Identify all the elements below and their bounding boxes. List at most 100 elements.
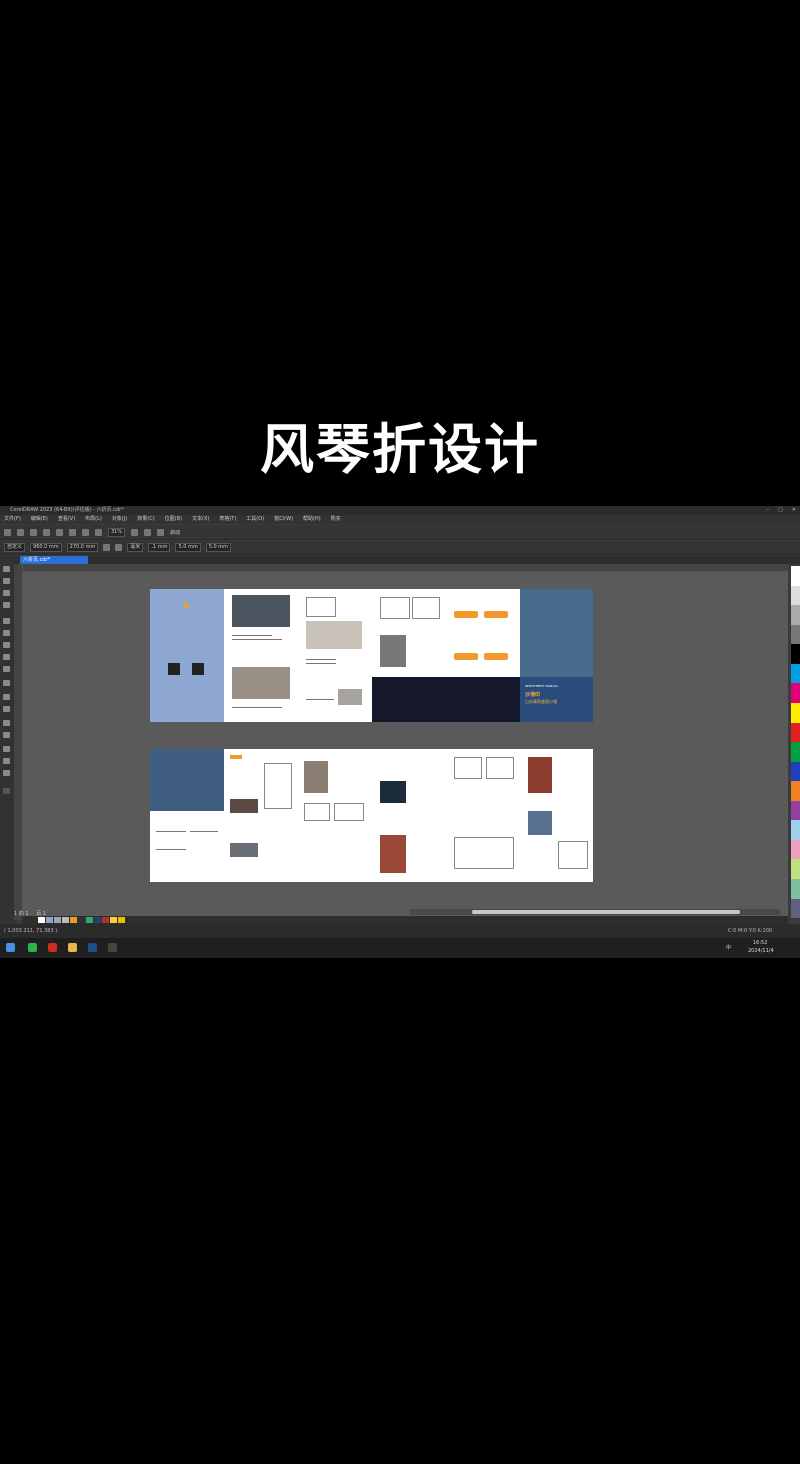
swatch[interactable] <box>86 917 93 923</box>
wechat-icon[interactable] <box>28 943 37 952</box>
menu-text[interactable]: 文本(X) <box>192 515 209 524</box>
parallel-dimension-icon[interactable] <box>3 694 10 700</box>
menu-help[interactable]: 帮助(H) <box>303 515 321 524</box>
crop-tool-icon[interactable] <box>3 590 10 596</box>
swatch[interactable] <box>791 585 800 606</box>
swatch[interactable] <box>791 839 800 860</box>
menu-file[interactable]: 文件(F) <box>4 515 21 524</box>
import-icon[interactable] <box>82 528 89 536</box>
interactive-fill-icon[interactable] <box>3 758 10 764</box>
redo-icon[interactable] <box>69 528 76 536</box>
scroll-thumb[interactable] <box>472 910 740 914</box>
page-height-field[interactable]: 270.0 mm <box>66 543 99 552</box>
ellipse-tool-icon[interactable] <box>3 654 10 660</box>
drawing-canvas[interactable]: INVESTMENT MANUAL 沙渚印 山水康养度假小镇 <box>22 572 788 916</box>
page-width-field[interactable]: 960.0 mm <box>30 543 62 552</box>
swatch[interactable] <box>791 644 800 664</box>
pick-tool-icon[interactable] <box>3 566 10 572</box>
swatch[interactable] <box>78 917 85 923</box>
swatch[interactable] <box>791 624 800 645</box>
horizontal-ruler[interactable] <box>22 564 788 572</box>
swatch[interactable] <box>791 859 800 879</box>
swatch[interactable] <box>118 917 125 923</box>
full-screen-icon[interactable] <box>131 528 139 536</box>
eyedropper-icon[interactable] <box>3 746 10 752</box>
settings-icon[interactable] <box>157 528 165 536</box>
freehand-tool-icon[interactable] <box>3 618 10 624</box>
document-tab[interactable]: 六折页.cdr* <box>20 556 88 564</box>
swatch[interactable] <box>110 917 117 923</box>
add-tool-icon[interactable] <box>3 788 10 794</box>
menu-object[interactable]: 对象(J) <box>112 515 127 524</box>
smart-fill-icon[interactable] <box>3 770 10 776</box>
photoshop-icon[interactable] <box>88 943 97 952</box>
swatch[interactable] <box>791 800 800 821</box>
new-icon[interactable] <box>4 528 11 536</box>
close-icon[interactable]: ✕ <box>792 506 796 515</box>
portrait-icon[interactable] <box>103 544 111 551</box>
units-select[interactable]: 毫米 <box>127 543 144 552</box>
input-language[interactable]: 中 <box>726 944 731 951</box>
grid-icon[interactable] <box>144 528 152 536</box>
maximize-icon[interactable]: □ <box>778 506 783 515</box>
swatch[interactable] <box>46 917 53 923</box>
undo-icon[interactable] <box>56 528 63 536</box>
launch-button[interactable]: 启动 <box>170 529 180 536</box>
connector-tool-icon[interactable] <box>3 706 10 712</box>
swatch[interactable] <box>102 917 109 923</box>
menu-effects[interactable]: 效果(C) <box>137 515 154 524</box>
swatch[interactable] <box>791 898 800 919</box>
page-preset-select[interactable]: 自定义 <box>4 543 26 552</box>
menu-tools[interactable]: 工具(O) <box>246 515 264 524</box>
swatch[interactable] <box>791 663 800 684</box>
photo-tower <box>528 757 552 793</box>
swatch[interactable] <box>791 702 800 723</box>
start-icon[interactable] <box>6 943 15 952</box>
swatch[interactable] <box>791 879 800 899</box>
swatch[interactable] <box>791 820 800 840</box>
dup-x-field[interactable]: 5.0 mm <box>175 543 201 552</box>
swatch[interactable] <box>791 761 800 782</box>
dup-y-field[interactable]: 5.0 mm <box>205 543 232 552</box>
swatch[interactable] <box>38 917 45 923</box>
swatch[interactable] <box>62 917 69 923</box>
swatch[interactable] <box>791 566 800 586</box>
rectangle-tool-icon[interactable] <box>3 642 10 648</box>
print-icon[interactable] <box>43 528 50 536</box>
menu-window[interactable]: 窗口(W) <box>274 515 293 524</box>
polygon-tool-icon[interactable] <box>3 666 10 672</box>
menu-layout[interactable]: 布局(L) <box>85 515 102 524</box>
shape-tool-icon[interactable] <box>3 578 10 584</box>
folder-icon[interactable] <box>68 943 77 952</box>
nudge-field[interactable]: .1 mm <box>148 543 171 552</box>
zoom-level[interactable]: 31% <box>108 527 126 537</box>
swatch[interactable] <box>791 742 800 762</box>
export-icon[interactable] <box>95 528 102 536</box>
menu-buy[interactable]: 购买 <box>331 515 341 524</box>
swatch[interactable] <box>791 722 800 743</box>
landscape-icon[interactable] <box>115 544 123 551</box>
save-icon[interactable] <box>30 528 37 536</box>
illustrator-icon[interactable] <box>48 943 57 952</box>
menu-edit[interactable]: 编辑(E) <box>31 515 48 524</box>
minimize-icon[interactable]: – <box>767 506 770 515</box>
transparency-icon[interactable] <box>3 732 10 738</box>
coreldraw-icon[interactable] <box>108 943 117 952</box>
swatch[interactable] <box>54 917 61 923</box>
open-icon[interactable] <box>17 528 24 536</box>
menu-view[interactable]: 查看(V) <box>58 515 75 524</box>
swatch[interactable] <box>791 683 800 703</box>
artistic-media-icon[interactable] <box>3 630 10 636</box>
text-tool-icon[interactable] <box>3 680 10 686</box>
menu-bitmaps[interactable]: 位图(B) <box>165 515 182 524</box>
drop-shadow-icon[interactable] <box>3 720 10 726</box>
swatch[interactable] <box>94 917 101 923</box>
menu-table[interactable]: 表格(T) <box>219 515 236 524</box>
horizontal-scrollbar[interactable] <box>410 909 780 915</box>
zoom-tool-icon[interactable] <box>3 602 10 608</box>
swatch[interactable] <box>791 605 800 625</box>
photo-interior <box>306 621 362 649</box>
swatch[interactable] <box>70 917 77 923</box>
text-line <box>232 635 272 636</box>
swatch[interactable] <box>791 781 800 801</box>
